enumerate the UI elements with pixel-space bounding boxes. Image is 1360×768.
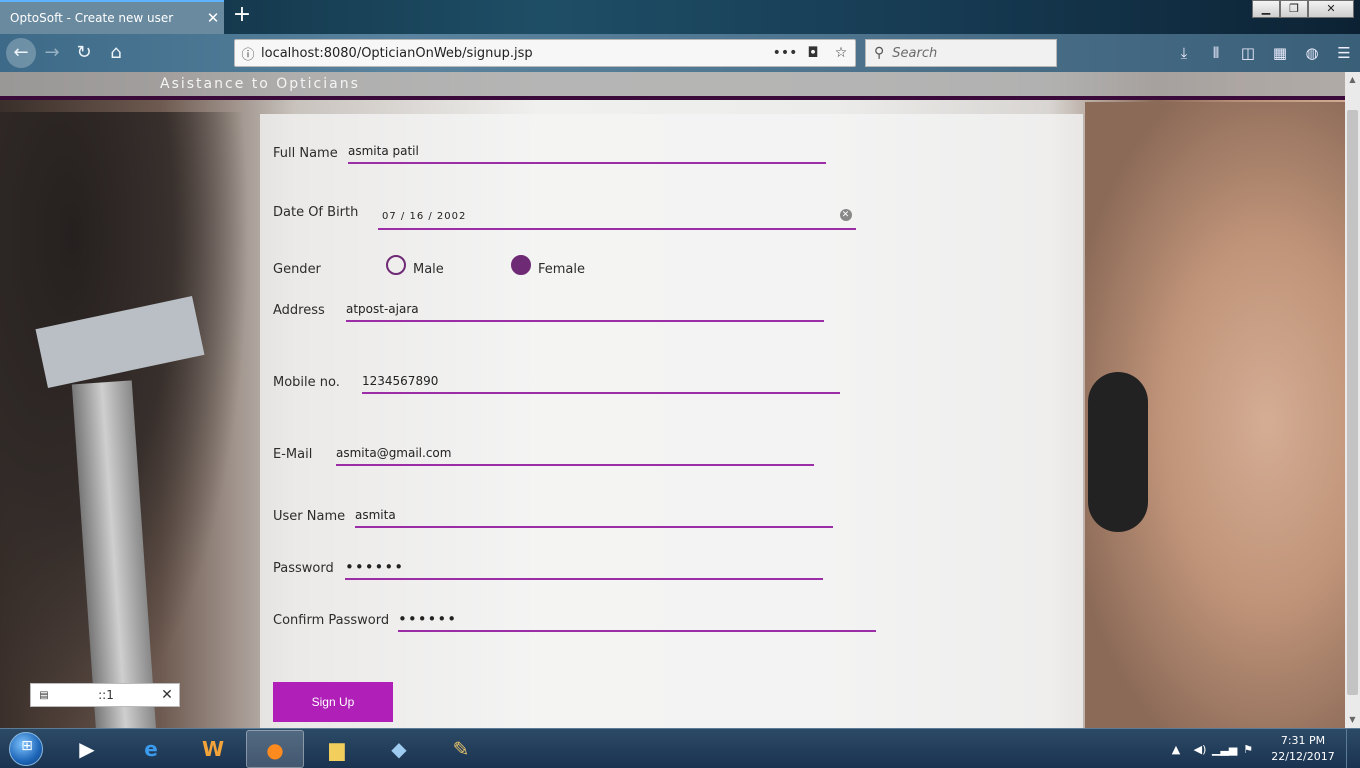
scrollbar-thumb[interactable] (1347, 110, 1358, 695)
page-content: Asistance to Opticians Full Name asmita … (0, 72, 1345, 728)
email-label: E-Mail (273, 447, 313, 462)
tab-title: OptoSoft - Create new user (10, 11, 174, 25)
username-label: User Name (273, 509, 346, 524)
internet-explorer-icon[interactable]: e (122, 730, 180, 768)
restore-button[interactable]: ❐ (1280, 0, 1308, 18)
action-center-icon[interactable]: ⚑ (1236, 743, 1260, 756)
browser-tab[interactable]: OptoSoft - Create new user ✕ (0, 0, 224, 34)
status-popup-text: ::1 (98, 688, 114, 702)
navigation-bar: ← → ↻ ⌂ ⓘ localhost:8080/OpticianOnWeb/s… (0, 34, 1360, 72)
windows-taskbar: ⊞ ▶ e W ● ▆ ◆ ✎ ▲ ◀) ▁▃▅ ⚑ 7:31 PM 22/12… (0, 728, 1360, 768)
window-controls: ▁ ❐ ✕ (1252, 0, 1354, 18)
start-button[interactable]: ⊞ (2, 729, 50, 768)
library-icon[interactable]: ⫴ (1200, 39, 1232, 67)
back-icon[interactable]: ← (6, 38, 36, 68)
forward-icon[interactable]: → (36, 37, 68, 69)
dob-input[interactable]: 07 / 16 / 2002 ✕ (378, 208, 856, 230)
gender-male-label: Male (413, 262, 444, 277)
new-tab-button[interactable]: + (230, 4, 254, 28)
paint-icon[interactable]: ✎ (432, 730, 490, 768)
dob-value: 07 / 16 / 2002 (382, 211, 467, 222)
gender-female-radio[interactable] (511, 255, 531, 275)
scroll-down-icon[interactable]: ▼ (1345, 712, 1360, 728)
clock[interactable]: 7:31 PM 22/12/2017 (1260, 733, 1346, 765)
page-scrollbar[interactable]: ▲ ▼ (1345, 72, 1360, 728)
firefox-icon[interactable]: ● (246, 730, 304, 768)
search-bar[interactable]: ⚲ Search (865, 39, 1057, 67)
volume-icon[interactable]: ◀) (1188, 743, 1212, 756)
network-signal-icon[interactable]: ▁▃▅ (1212, 743, 1237, 756)
file-explorer-icon[interactable]: ▆ (308, 730, 366, 768)
clock-date: 22/12/2017 (1271, 750, 1335, 763)
password-label: Password (273, 561, 334, 576)
menu-icon[interactable]: ☰ (1328, 39, 1360, 67)
dob-label: Date Of Birth (273, 205, 359, 220)
scroll-up-icon[interactable]: ▲ (1345, 72, 1360, 88)
reload-icon[interactable]: ↻ (68, 37, 100, 69)
status-popup: ▤ ::1 ✕ (30, 683, 180, 707)
mobile-input[interactable]: 1234567890 (362, 372, 840, 394)
site-tagline: Asistance to Opticians (160, 76, 360, 92)
search-icon: ⚲ (874, 45, 885, 61)
sign-up-button[interactable]: Sign Up (273, 682, 393, 722)
address-bar[interactable]: ⓘ localhost:8080/OpticianOnWeb/signup.js… (234, 39, 856, 67)
show-hidden-icons-icon[interactable]: ▲ (1164, 743, 1188, 756)
windows-logo-icon: ⊞ (9, 732, 43, 766)
address-label: Address (273, 303, 325, 318)
address-input[interactable]: atpost-ajara (346, 300, 824, 322)
pocket-icon[interactable]: ◘ (799, 45, 827, 61)
sidebar-icon[interactable]: ◫ (1232, 39, 1264, 67)
home-icon[interactable]: ⌂ (100, 37, 132, 69)
minimize-button[interactable]: ▁ (1252, 0, 1280, 18)
search-placeholder: Search (892, 45, 938, 61)
close-window-button[interactable]: ✕ (1308, 0, 1354, 18)
clear-date-icon[interactable]: ✕ (840, 209, 852, 221)
site-header: Asistance to Opticians (0, 72, 1345, 100)
tab-bar: OptoSoft - Create new user ✕ + ▁ ❐ ✕ (0, 0, 1360, 34)
close-popup-icon[interactable]: ✕ (155, 687, 179, 703)
gender-female-label: Female (538, 262, 586, 277)
close-tab-icon[interactable]: ✕ (202, 9, 224, 27)
lightbulb-icon[interactable]: ◍ (1296, 39, 1328, 67)
toolbar-icons: ⤓ ⫴ ◫ ▦ ◍ ☰ (1168, 39, 1360, 67)
confirm-password-label: Confirm Password (273, 613, 390, 628)
background-photo-eyepiece (1088, 372, 1148, 532)
info-icon[interactable]: ⓘ (235, 44, 261, 63)
extension-grid-icon[interactable]: ▦ (1264, 39, 1296, 67)
download-icon[interactable]: ⤓ (1168, 39, 1200, 67)
page-actions-icon[interactable]: ••• (771, 45, 799, 61)
full-name-label: Full Name (273, 146, 338, 161)
network-icon: ▤ (39, 689, 49, 701)
username-input[interactable]: asmita (355, 506, 833, 528)
gender-male-radio[interactable] (386, 255, 406, 275)
url-text[interactable]: localhost:8080/OpticianOnWeb/signup.jsp (261, 46, 771, 61)
bookmark-star-icon[interactable]: ☆ (827, 45, 855, 61)
show-desktop-button[interactable] (1346, 729, 1360, 768)
system-tray: ▲ ◀) ▁▃▅ ⚑ 7:31 PM 22/12/2017 (1164, 729, 1360, 768)
gender-label: Gender (273, 262, 321, 277)
confirm-password-input[interactable]: •••••• (398, 610, 876, 632)
email-input[interactable]: asmita@gmail.com (336, 444, 814, 466)
media-player-icon[interactable]: ▶ (58, 730, 116, 768)
mobile-label: Mobile no. (273, 375, 340, 390)
clock-time: 7:31 PM (1280, 734, 1326, 747)
password-input[interactable]: •••••• (345, 558, 823, 580)
full-name-input[interactable]: asmita patil (348, 142, 826, 164)
virtualbox-icon[interactable]: ◆ (370, 730, 428, 768)
word-icon[interactable]: W (184, 730, 242, 768)
signup-form: Full Name asmita patil Date Of Birth 07 … (260, 114, 1083, 728)
